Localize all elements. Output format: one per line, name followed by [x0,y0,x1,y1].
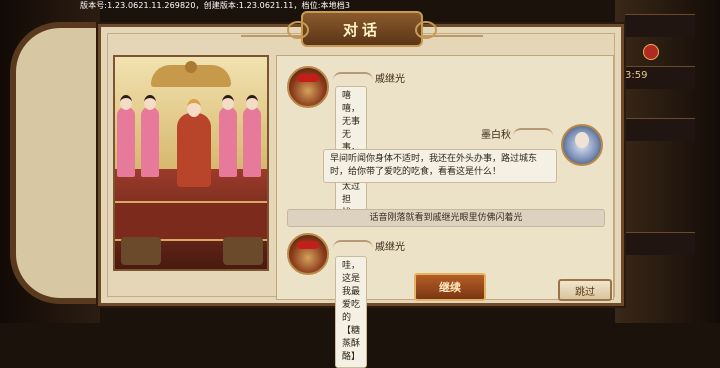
message-bubble: 早间听闻你身体不适时，我还在外头办事，路过城东时，给你带了爱吃的吃食，看看这是什… [323,149,557,183]
brazier [223,237,263,265]
scene-illustration [113,55,269,271]
version-info: 版本号:1.23.0621.11.269820，创建版本:1.23.0621.1… [80,1,351,10]
eagle-emblem-icon [151,61,231,87]
background-strip [625,14,695,37]
scholar-portrait-icon[interactable] [561,124,603,166]
dancing-lady-figure [177,99,211,187]
attendant-figure [219,95,237,177]
name-ornament [333,72,373,82]
narration-line: 话音刚落就看到戚继光眼里仿佛闪着光 [287,209,605,227]
chat-log[interactable]: 戚继光 嘻嘻，无事无事，夫君不用太过担忧。 墨白秋 早间听闻你身体不适时，我还在… [276,55,614,368]
name-ornament [333,240,373,250]
background-right: 3:59 [615,0,720,323]
continue-button[interactable]: 继续 [414,273,486,301]
name-ornament [513,128,553,138]
speaker-name: 墨白秋 [481,130,511,141]
dialog-title: 对话 [342,20,381,39]
background-strip [625,118,695,141]
message-bubble: 哇，这是我最爱吃的【糖蒸酥酪】 [335,256,368,368]
brazier [121,237,161,265]
general-portrait-icon[interactable] [287,66,329,108]
attendant-figure [141,95,159,177]
attendant-figure [243,95,261,177]
speaker-name: 戚继光 [375,74,405,85]
background-counter: 3:59 [625,70,648,81]
background-strip [625,232,695,255]
attendant-figure [117,95,135,177]
background-left [0,0,116,323]
speaker-name: 戚继光 [375,242,405,253]
general-portrait-icon[interactable] [287,233,329,275]
dialog-panel: 对话 戚继光 嘻嘻，无事无事，夫君不用太过担忧。 墨白秋 早间听闻你身体不适时，… [98,11,624,368]
dialog-title-plaque: 对话 [287,11,437,47]
skip-button[interactable]: 跳过 [558,279,612,301]
notification-dot-icon [643,44,659,60]
red-carpet [115,201,267,241]
